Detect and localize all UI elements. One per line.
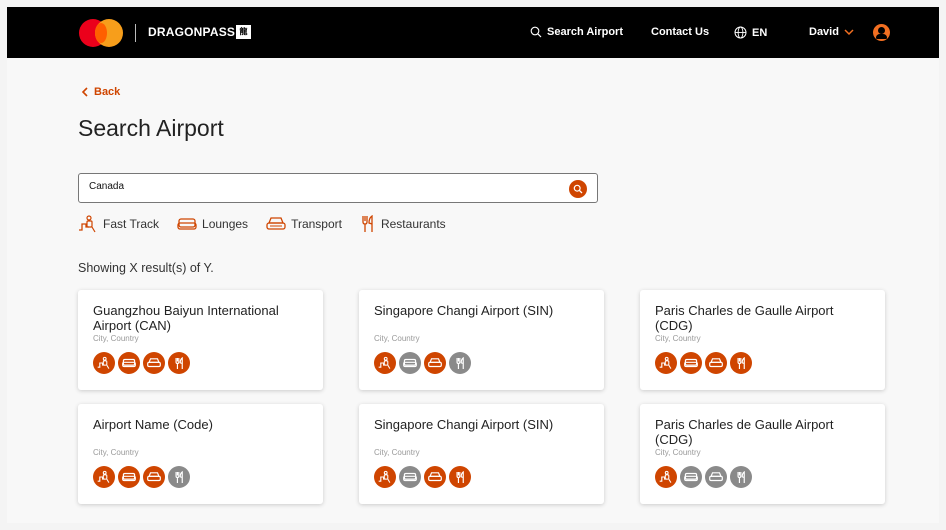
filter-fast-track-label: Fast Track [103,217,160,231]
transport-icon [424,466,446,488]
lounge-icon [399,352,421,374]
user-name: David [809,26,839,38]
page-title: Search Airport [78,115,224,141]
lounge-icon [118,352,140,374]
brand-badge: 龍 [236,25,252,39]
filter-lounges-label: Lounges [202,217,249,231]
service-icons [93,466,190,488]
chevron-left-icon [81,87,88,97]
restaurant-icon [730,466,752,488]
airport-location: City, Country [93,334,139,343]
transport-icon [705,352,727,374]
language-label: EN [752,26,768,39]
lounge-icon [680,352,702,374]
airport-card[interactable]: Singapore Changi Airport (SIN) City, Coun… [359,404,604,504]
globe-icon [734,26,747,39]
results-count: Showing X result(s) of Y. [78,261,214,275]
fast-track-icon [655,466,677,488]
airport-search-input[interactable] [89,181,549,192]
transport-icon [266,217,286,230]
fast-track-icon [374,352,396,374]
airport-name: Singapore Changi Airport (SIN) [374,303,554,318]
service-icons [374,352,471,374]
service-icons [93,352,190,374]
airport-location: City, Country [655,334,701,343]
logo-divider [135,24,136,42]
search-icon [573,184,583,194]
airport-name: Airport Name (Code) [93,417,213,432]
airport-location: City, Country [374,448,420,457]
filter-transport-label: Transport [291,217,342,231]
back-link[interactable]: Back [81,86,120,98]
search-icon [530,26,542,38]
service-icons [655,352,752,374]
airport-card[interactable]: Paris Charles de Gaulle Airport (CDG) Cit… [640,290,885,390]
fast-track-icon [374,466,396,488]
transport-icon [143,466,165,488]
search-submit-button[interactable] [569,180,587,198]
page-frame: DRAGONPASS 龍 Search Airport Contact Us EN… [7,7,939,523]
nav-search-airport[interactable]: Search Airport [530,26,623,38]
airport-search-box [78,173,598,203]
user-menu[interactable]: David [809,26,854,38]
fast-track-icon [655,352,677,374]
restaurant-icon [730,352,752,374]
back-label: Back [94,86,121,98]
fast-track-icon [93,466,115,488]
nav-contact-label: Contact Us [651,26,710,38]
fast-track-icon [79,215,96,233]
language-selector[interactable]: EN [734,26,767,39]
nav-contact-us[interactable]: Contact Us [651,26,709,38]
airport-location: City, Country [93,448,139,457]
nav-search-label: Search Airport [547,26,624,38]
service-icons [655,466,752,488]
brand-name: DRAGONPASS [148,25,236,39]
airport-card[interactable]: Airport Name (Code) City, Country [78,404,323,504]
airport-card[interactable]: Guangzhou Baiyun International Airport (… [78,290,323,390]
fast-track-icon [93,352,115,374]
lounge-icon [399,466,421,488]
airport-card[interactable]: Singapore Changi Airport (SIN) City, Coun… [359,290,604,390]
airport-name: Paris Charles de Gaulle Airport (CDG) [655,417,834,447]
restaurant-icon [168,352,190,374]
user-avatar-icon[interactable] [873,24,890,41]
restaurant-icon [449,352,471,374]
airport-name: Paris Charles de Gaulle Airport (CDG) [655,303,834,333]
service-icons [374,466,471,488]
transport-icon [424,352,446,374]
airport-card[interactable]: Paris Charles de Gaulle Airport (CDG) Cit… [640,404,885,504]
filter-fast-track[interactable]: Fast Track [78,215,159,233]
filter-lounges[interactable]: Lounges [177,215,248,233]
restaurant-icon [362,215,373,232]
filter-restaurants[interactable]: Restaurants [360,215,446,233]
top-navigation-bar: DRAGONPASS 龍 Search Airport Contact Us EN… [7,7,939,58]
mastercard-logo[interactable] [79,19,123,47]
dragonpass-logo[interactable]: DRAGONPASS 龍 [148,25,252,39]
chevron-down-icon [844,29,854,36]
airport-name: Guangzhou Baiyun International Airport (… [93,303,279,333]
service-filters: Fast Track Lounges Transport Restaurants [78,215,446,233]
transport-icon [705,466,727,488]
logo-overlap [95,23,107,43]
filter-restaurants-label: Restaurants [380,217,446,231]
transport-icon [143,352,165,374]
lounge-icon [177,218,197,230]
lounge-icon [680,466,702,488]
airport-location: City, Country [374,334,420,343]
airport-name: Singapore Changi Airport (SIN) [374,417,554,432]
lounge-icon [118,466,140,488]
restaurant-icon [168,466,190,488]
restaurant-icon [449,466,471,488]
filter-transport[interactable]: Transport [266,215,342,233]
airport-location: City, Country [655,448,701,457]
